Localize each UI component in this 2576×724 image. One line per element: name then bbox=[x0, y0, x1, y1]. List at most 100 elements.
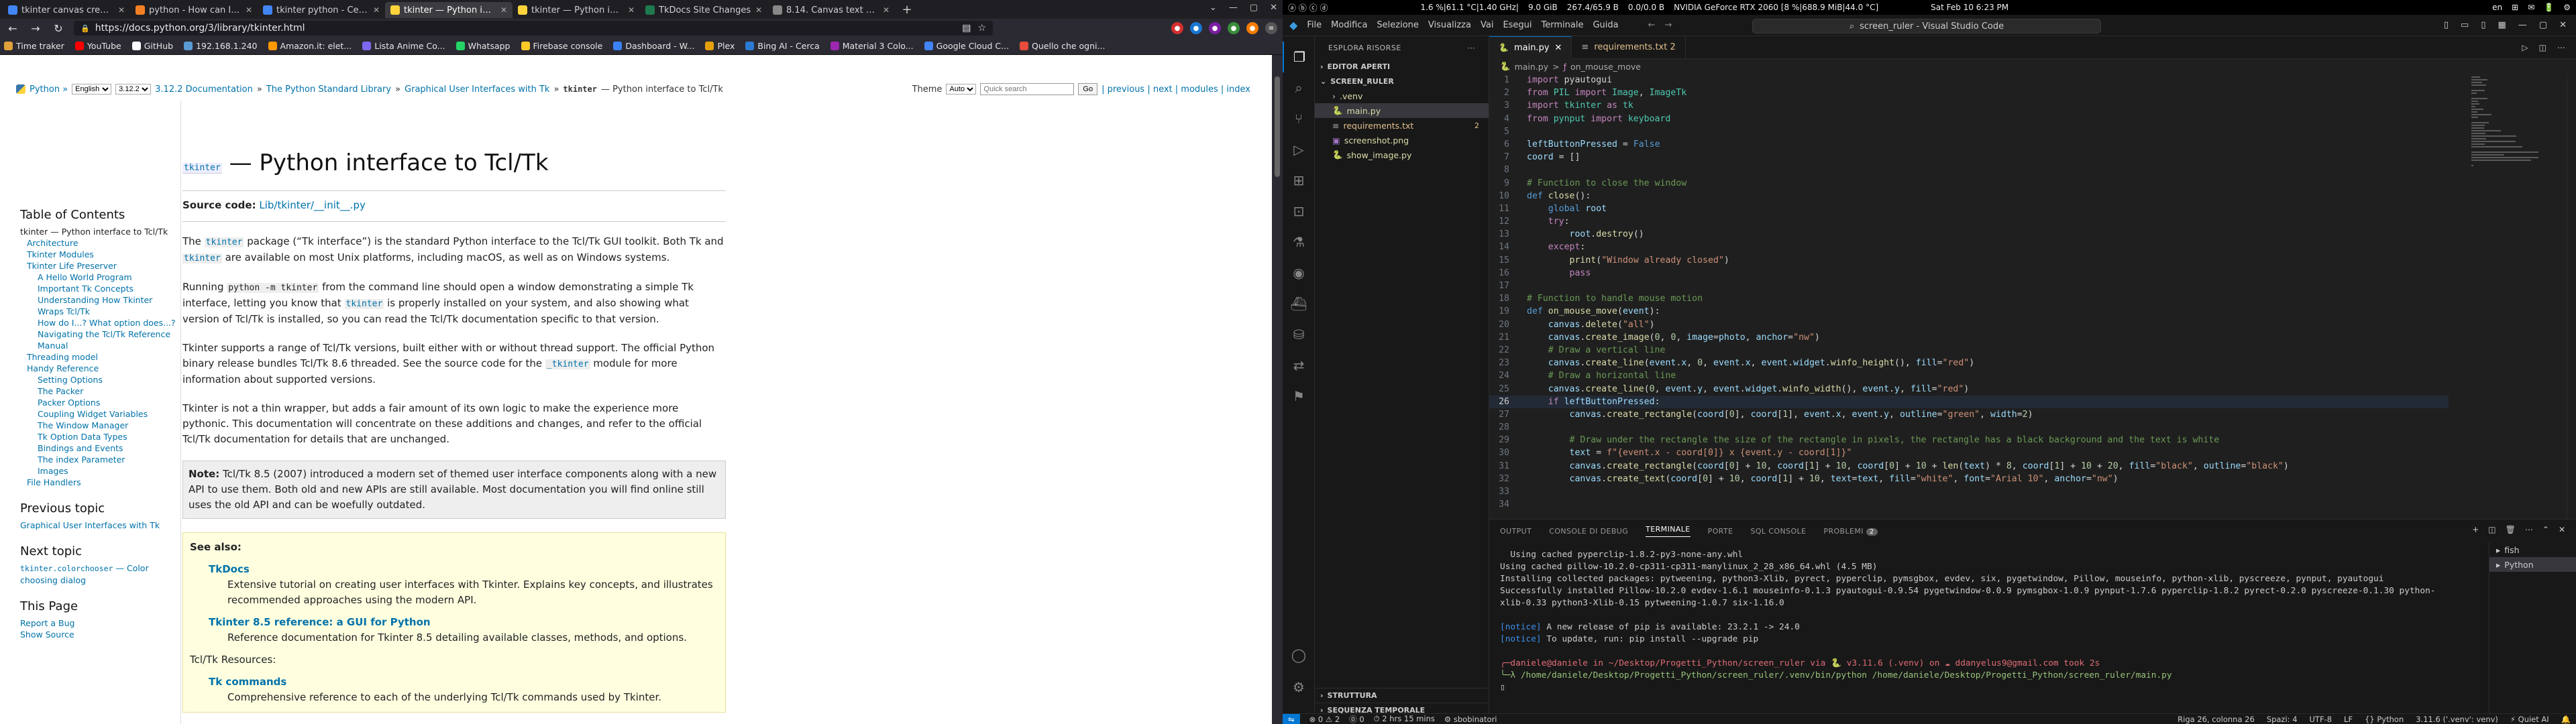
tray-icon[interactable]: 🔋 bbox=[2544, 3, 2554, 12]
url-bar[interactable]: 🔒 https://docs.python.org/3/library/tkin… bbox=[74, 21, 993, 36]
menu-item[interactable]: Selezione bbox=[1377, 20, 1419, 30]
toc-item[interactable]: Handy Reference bbox=[20, 363, 180, 374]
split-editor-icon[interactable]: ◫ bbox=[2539, 43, 2546, 52]
tkinter-code-link[interactable]: tkinter bbox=[204, 237, 244, 247]
nav-back-icon[interactable]: ← bbox=[1648, 20, 1656, 30]
tab-requirements[interactable]: ≡ requirements.txt 2 bbox=[1572, 36, 1686, 59]
extensions-icon[interactable]: ⊞ bbox=[1283, 165, 1315, 196]
file-tree-item[interactable]: › .venv bbox=[1315, 88, 1489, 103]
toc-item[interactable]: Threading model bbox=[20, 351, 180, 363]
panel-tab[interactable]: PROBLEMI 2 bbox=[1823, 527, 1878, 536]
explorer-icon[interactable]: ❐ bbox=[1283, 42, 1315, 72]
file-tree-item[interactable]: ≡ requirements.txt 2 bbox=[1315, 118, 1489, 133]
source-code-link[interactable]: Lib/tkinter/__init__.py bbox=[259, 199, 366, 211]
language-select[interactable]: English bbox=[72, 84, 112, 95]
more-actions-icon[interactable]: ⋯ bbox=[2557, 43, 2565, 52]
toc-item[interactable]: Tk Option Data Types bbox=[20, 431, 180, 442]
toc-item[interactable]: Bindings and Events bbox=[20, 442, 180, 454]
menu-item[interactable]: Visualizza bbox=[1428, 20, 1471, 30]
maximize-panel-icon[interactable]: ⌃ bbox=[2542, 525, 2549, 534]
run-debug-icon[interactable]: ▷ bbox=[1283, 134, 1315, 165]
browser-tab[interactable]: tkinter — Python interfac ✕ bbox=[513, 2, 640, 18]
source-control-icon[interactable]: ⑂ bbox=[1283, 103, 1315, 134]
status-item[interactable]: ⏱ 2 hrs 15 mins bbox=[1374, 714, 1435, 724]
close-icon[interactable]: ✕ bbox=[628, 5, 635, 15]
toc-item[interactable]: The index Parameter bbox=[20, 454, 180, 465]
status-item[interactable]: ⊗ 0 ⚠ 2 bbox=[1309, 715, 1340, 724]
forward-icon[interactable]: → bbox=[28, 21, 43, 36]
panel-tab[interactable]: SQL CONSOLE bbox=[1750, 527, 1806, 536]
editor-scrollbar[interactable] bbox=[2567, 74, 2576, 519]
close-icon[interactable]: ✕ bbox=[1270, 3, 1277, 13]
trash-icon[interactable]: 🗑 bbox=[2506, 525, 2516, 534]
go-button[interactable]: Go bbox=[1078, 83, 1098, 95]
python-home-link[interactable]: Python » bbox=[30, 84, 68, 95]
tray-icon[interactable]: en bbox=[2492, 3, 2502, 12]
close-icon[interactable]: ✕ bbox=[755, 5, 762, 15]
toc-item[interactable]: The Window Manager bbox=[20, 420, 180, 431]
search-icon[interactable]: ⌕ bbox=[1283, 72, 1315, 103]
bookmark-item[interactable]: Lista Anime Co... bbox=[362, 41, 445, 51]
browser-tab[interactable]: tkinter canvas create_tex ✕ bbox=[3, 2, 130, 18]
status-item[interactable]: 🔔 bbox=[2561, 715, 2571, 724]
run-icon[interactable]: ▷ bbox=[2522, 43, 2528, 52]
scrollbar-thumb[interactable] bbox=[1275, 76, 1280, 177]
live-share-icon[interactable]: ⇄ bbox=[1283, 350, 1315, 381]
tray-icon[interactable]: ⊞ bbox=[2512, 3, 2518, 12]
close-icon[interactable]: ✕ bbox=[500, 5, 507, 15]
theme-select[interactable]: Auto bbox=[946, 84, 977, 95]
new-tab-button[interactable]: + bbox=[899, 1, 915, 17]
file-tree-item[interactable]: 🐍 main.py bbox=[1315, 103, 1489, 118]
clock[interactable]: Sat Feb 10 6:23 PM bbox=[1931, 3, 2008, 12]
reload-icon[interactable]: ↻ bbox=[51, 21, 66, 36]
status-item[interactable]: 3.11.6 ('.venv': venv) bbox=[2416, 715, 2498, 724]
more-actions-icon[interactable]: ⋯ bbox=[1468, 44, 1476, 52]
layout-secondary-icon[interactable]: ▯ bbox=[2481, 20, 2485, 30]
this-page-link[interactable]: Report a Bug bbox=[20, 617, 180, 629]
bookmark-item[interactable]: Time traker bbox=[4, 41, 64, 51]
menu-icon[interactable]: ≡ bbox=[1265, 22, 1277, 34]
bookmark-item[interactable]: Quello che ogni... bbox=[1020, 41, 1105, 51]
toc-item[interactable]: How do I...? What option does...? bbox=[20, 317, 180, 328]
tab-list-icon[interactable]: ⌄ bbox=[1210, 3, 1217, 13]
browser-tab[interactable]: tkinter python - Cerca ✕ bbox=[258, 2, 385, 18]
tray-icon[interactable]: ✉ bbox=[2528, 3, 2534, 12]
remote-indicator-icon[interactable]: ⇋ bbox=[1283, 713, 1300, 724]
tkinter-code-link[interactable]: tkinter bbox=[344, 299, 384, 309]
status-item[interactable]: LF bbox=[2344, 715, 2353, 724]
file-tree-item[interactable]: ▣ screenshot.png bbox=[1315, 133, 1489, 147]
new-terminal-icon[interactable]: + bbox=[2472, 525, 2479, 534]
extension-icon[interactable]: ● bbox=[1228, 22, 1240, 34]
testing-icon[interactable]: ⚗ bbox=[1283, 227, 1315, 257]
toc-item[interactable]: A Hello World Program bbox=[20, 272, 180, 283]
browser-tab[interactable]: TkDocs Site Changes ✕ bbox=[640, 2, 767, 18]
close-icon[interactable]: ✕ bbox=[246, 5, 252, 15]
terminal-output[interactable]: Using cached pyperclip-1.8.2-py3-none-an… bbox=[1489, 549, 2482, 710]
bookmark-item[interactable]: Amazon.it: elet... bbox=[268, 41, 352, 51]
file-tree-item[interactable]: 🐍 show_image.py bbox=[1315, 147, 1489, 162]
tab-main-py[interactable]: 🐍 main.py ✕ bbox=[1489, 36, 1572, 59]
toc-item[interactable]: Coupling Widget Variables bbox=[20, 408, 180, 420]
bookmark-item[interactable]: Google Cloud C... bbox=[924, 41, 1009, 51]
panel-tab[interactable]: CONSOLE DI DEBUG bbox=[1549, 527, 1628, 536]
remote-explorer-icon[interactable]: ⊡ bbox=[1283, 196, 1315, 227]
docker-icon[interactable]: ⛴ bbox=[1283, 288, 1315, 319]
menu-item[interactable]: Guida bbox=[1593, 20, 1618, 30]
bookmark-item[interactable]: GitHub bbox=[131, 41, 173, 51]
close-icon[interactable]: ✕ bbox=[373, 5, 380, 15]
command-center[interactable]: ⌕ screen_ruler - Visual Studio Code bbox=[1752, 19, 2101, 34]
status-item[interactable]: Riga 26, colonna 26 bbox=[2178, 715, 2255, 724]
previous-topic-link[interactable]: Graphical User Interfaces with Tk bbox=[20, 520, 180, 531]
open-editors-section[interactable]: › EDITOR APERTI bbox=[1315, 59, 1489, 74]
bookmark-item[interactable]: Plex bbox=[705, 41, 735, 51]
version-select[interactable]: 3.12.2 bbox=[115, 84, 152, 95]
tk-commands-link[interactable]: Tk commands bbox=[209, 676, 286, 688]
bookmark-item[interactable]: Whatsapp bbox=[455, 41, 511, 51]
tkinter-module-link[interactable]: _tkinter bbox=[545, 359, 590, 369]
breadcrumb-symbol[interactable]: on_mouse_move bbox=[1570, 62, 1641, 72]
status-item[interactable]: ⓪ 0 bbox=[1349, 714, 1364, 724]
extension-icon[interactable]: ● bbox=[1190, 22, 1202, 34]
account-icon[interactable]: ◯ bbox=[1283, 640, 1315, 670]
browser-tab[interactable]: tkinter — Python interfac ✕ bbox=[385, 2, 513, 18]
code-editor[interactable]: 1 import pyautogui 2 from PIL import Image,… bbox=[1489, 74, 2449, 519]
